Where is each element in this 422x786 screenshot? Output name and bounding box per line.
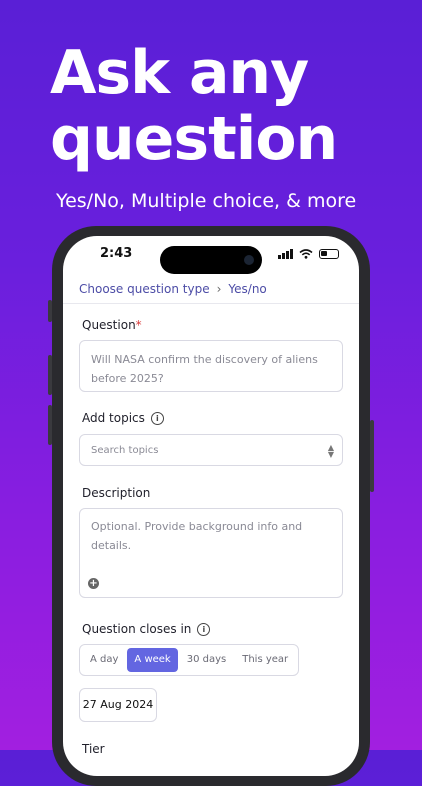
tier-label: Tier <box>82 742 105 756</box>
chevron-updown-icon: ▲ ▼ <box>327 443 334 459</box>
topics-select[interactable]: Search topics ▲ ▼ <box>79 434 343 466</box>
topics-label: Add topics <box>82 411 145 425</box>
breadcrumb-current: Yes/no <box>228 282 267 296</box>
promo-subheadline: Yes/No, Multiple choice, & more <box>56 190 357 212</box>
breadcrumb-parent-link[interactable]: Choose question type <box>79 282 210 296</box>
add-attachment-icon[interactable]: + <box>88 578 99 589</box>
breadcrumb: Choose question type › Yes/no <box>79 282 267 296</box>
status-icons <box>278 249 339 259</box>
topics-label-row: Add topics i <box>82 411 164 425</box>
promo-headline-line1: Ask any <box>50 38 309 108</box>
question-label: Question* <box>82 318 142 332</box>
closes-label-row: Question closes in i <box>82 622 211 636</box>
signal-icon <box>278 249 293 259</box>
phone-side-button <box>48 355 52 395</box>
phone-side-button <box>370 420 374 492</box>
wifi-icon <box>299 249 313 259</box>
dynamic-island <box>160 246 262 274</box>
info-icon[interactable]: i <box>150 411 164 425</box>
closes-option-30-days[interactable]: 30 days <box>180 648 234 672</box>
closes-option-this-year[interactable]: This year <box>235 648 295 672</box>
status-time: 2:43 <box>100 246 133 261</box>
closes-label: Question closes in <box>82 622 192 636</box>
battery-icon <box>319 249 339 259</box>
phone-screen: 2:43 Choose question type › Yes/no Quest… <box>63 236 359 776</box>
question-input[interactable]: Will NASA confirm the discovery of alien… <box>79 340 343 392</box>
closes-segmented-control: A day A week 30 days This year <box>79 644 300 676</box>
close-date-picker[interactable]: 27 Aug 2024 <box>79 688 157 722</box>
phone-side-button <box>48 405 52 445</box>
phone-side-button <box>48 300 52 322</box>
promo-headline: Ask any question <box>50 38 338 174</box>
description-label: Description <box>82 486 151 500</box>
header-divider <box>63 303 359 304</box>
closes-option-a-week[interactable]: A week <box>127 648 178 672</box>
promo-headline-line2: question <box>50 104 338 174</box>
question-placeholder-line2: before 2025? <box>91 372 164 385</box>
topics-placeholder: Search topics <box>91 445 159 456</box>
chevron-right-icon: › <box>216 282 222 296</box>
description-placeholder: Optional. Provide background info and de… <box>91 520 303 552</box>
description-input[interactable]: Optional. Provide background info and de… <box>79 508 343 598</box>
required-mark: * <box>135 318 142 332</box>
closes-option-a-day[interactable]: A day <box>83 648 125 672</box>
info-icon[interactable]: i <box>197 622 211 636</box>
question-placeholder-line1: Will NASA confirm the discovery of alien… <box>91 353 318 366</box>
camera-dot <box>244 255 254 265</box>
